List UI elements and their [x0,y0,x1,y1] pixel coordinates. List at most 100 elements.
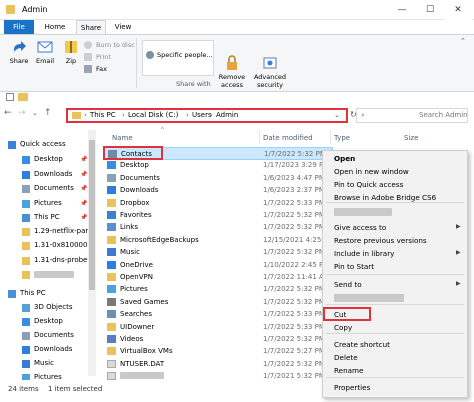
nav-item[interactable] [0,268,96,281]
file-row[interactable]: Music 1/7/2022 5:32 PM [103,246,343,259]
column-type[interactable]: Type [334,132,350,144]
file-name: Pictures [120,285,148,294]
highlight-contacts [103,146,163,160]
file-row[interactable]: Pictures 1/7/2022 5:32 PM [103,283,343,296]
collapse-ribbon-icon[interactable]: ⌃ [460,37,466,45]
breadcrumb-local-disk[interactable]: Local Disk (C:) [128,111,178,119]
context-menu-item[interactable]: Properties [334,382,370,394]
nav-item[interactable]: Downloads 📌 [0,168,96,181]
file-row[interactable]: Dropbox 1/7/2022 5:33 PM [103,197,343,210]
column-name[interactable]: Name [112,132,133,144]
breadcrumb-admin[interactable]: Admin [216,111,238,119]
file-row[interactable]: Downloads 1/6/2023 2:37 PM [103,184,343,197]
file-row[interactable]: Searches 1/7/2022 5:33 PM [103,308,343,321]
maximize-button[interactable]: ☐ [416,0,444,20]
download-icon [22,171,30,179]
search-input[interactable]: ⌕ Search Admin [356,108,468,123]
email-icon [37,39,53,55]
file-row[interactable]: Documents 1/6/2023 4:47 PM [103,172,343,185]
selection-count: 1 item selected [48,385,103,393]
forward-arrow-icon[interactable]: → [18,108,26,118]
share-with-gallery[interactable]: Specific people... [142,40,214,76]
disc-icon [84,41,92,49]
file-name: Searches [120,310,153,319]
file-date: 1/7/2022 5:32 PM [263,211,325,219]
context-menu-item[interactable]: Create shortcut [334,339,390,351]
file-row[interactable]: Videos 1/7/2022 5:32 PM [103,333,343,346]
file-row[interactable]: NTUSER.DAT 1/7/2022 5:32 PM [103,358,343,371]
fax-icon [84,65,92,73]
context-menu-item[interactable]: Rename [334,365,363,377]
file-row[interactable]: Desktop 1/17/2023 3:29 PM [103,159,343,172]
context-menu-item[interactable]: Restore previous versions [334,235,427,247]
context-menu-item[interactable]: Open [334,153,355,165]
nav-item[interactable]: Quick access [0,138,96,151]
remove-access-button[interactable]: Remove access [218,39,246,97]
file-name: OneDrive [120,260,153,269]
file-row[interactable]: OneDrive 1/10/2022 2:45 PM [103,259,343,272]
context-menu-item[interactable]: Send to [334,279,362,291]
tab-view[interactable]: View [110,20,136,34]
share-icon [11,39,27,55]
context-menu-item[interactable]: Give access to [334,222,386,234]
nav-scrollbar-thumb[interactable] [89,140,95,290]
folder-icon [6,5,15,14]
nav-item[interactable]: This PC [0,287,96,300]
close-button[interactable]: ✕ [444,0,472,20]
file-row[interactable]: Saved Games 1/7/2022 5:32 PM [103,296,343,309]
file-name: Music [120,248,140,257]
nav-item[interactable]: 1.31-dns-probe- [0,254,96,267]
specific-people-item[interactable]: Specific people... [157,51,213,59]
nav-item[interactable]: Desktop [0,315,96,328]
nav-item[interactable]: This PC 📌 [0,211,96,224]
recent-dropdown-icon[interactable]: ⌄ [32,109,38,117]
context-menu-item[interactable]: Open in new window [334,166,409,178]
file-name: Downloads [120,186,159,195]
file-row[interactable]: UIDowner 1/7/2022 5:33 PM [103,321,343,334]
breadcrumb-this-pc[interactable]: This PC [90,111,116,119]
zip-button[interactable]: Zip [56,39,86,65]
context-menu-item[interactable]: Include in library [334,248,394,260]
address-dropdown-icon[interactable]: ⌄ [334,111,340,119]
up-arrow-icon[interactable]: ↑ [44,108,52,118]
file-row[interactable]: Favorites 1/7/2022 5:32 PM [103,209,343,222]
file-date: 1/7/2022 5:32 PM [263,359,325,368]
file-row[interactable]: MicrosoftEdgeBackups 12/15/2021 4:25 PM [103,234,343,247]
fax-button[interactable]: Fax [84,64,107,74]
nav-item[interactable]: 1.29-netflix-part [0,225,96,238]
share-with-group-label: Share with [176,80,211,88]
file-row[interactable]: OpenVPN 1/7/2022 11:41 AM [103,271,343,284]
context-menu-item[interactable]: Pin to Quick access [334,179,403,191]
tab-file[interactable]: File [4,20,34,34]
print-button[interactable]: Print [84,52,111,62]
tab-share[interactable]: Share [76,20,106,34]
file-row[interactable]: VirtualBox VMs 1/7/2022 5:27 PM [103,345,343,358]
back-arrow-icon[interactable]: ← [4,108,12,118]
nav-item[interactable]: Documents [0,329,96,342]
address-bar[interactable]: › This PC › Local Disk (C:) › Users › Ad… [66,108,348,123]
nav-item[interactable]: Documents 📌 [0,182,96,195]
column-size[interactable]: Size [404,132,418,144]
nav-item[interactable]: Desktop 📌 [0,153,96,166]
minimize-button[interactable]: — [388,0,416,20]
breadcrumb-users[interactable]: Users [192,111,212,119]
context-menu-item[interactable]: Pin to Start [334,261,374,273]
context-menu-item[interactable] [334,208,392,216]
nav-item[interactable]: 1.31-0x8100002f [0,239,96,252]
folder-icon [18,93,28,101]
folder-icon [22,271,30,279]
file-row[interactable]: Links 1/7/2022 5:32 PM [103,221,343,234]
column-date-modified[interactable]: Date modified [263,132,313,144]
advanced-security-button[interactable]: Advanced security [252,39,288,97]
burn-to-disc-button[interactable]: Burn to disc [84,40,135,50]
checkbox-icon[interactable] [6,93,14,101]
context-menu-item[interactable]: Delete [334,352,358,364]
file-date: 1/7/2022 5:32 PM [263,335,325,343]
tab-home[interactable]: Home [40,20,70,34]
nav-item[interactable]: Music [0,357,96,370]
game-icon [107,297,116,306]
nav-item[interactable]: Downloads [0,343,96,356]
nav-item[interactable]: 3D Objects [0,301,96,314]
file-name: Saved Games [120,297,169,306]
nav-item[interactable]: Pictures 📌 [0,197,96,210]
